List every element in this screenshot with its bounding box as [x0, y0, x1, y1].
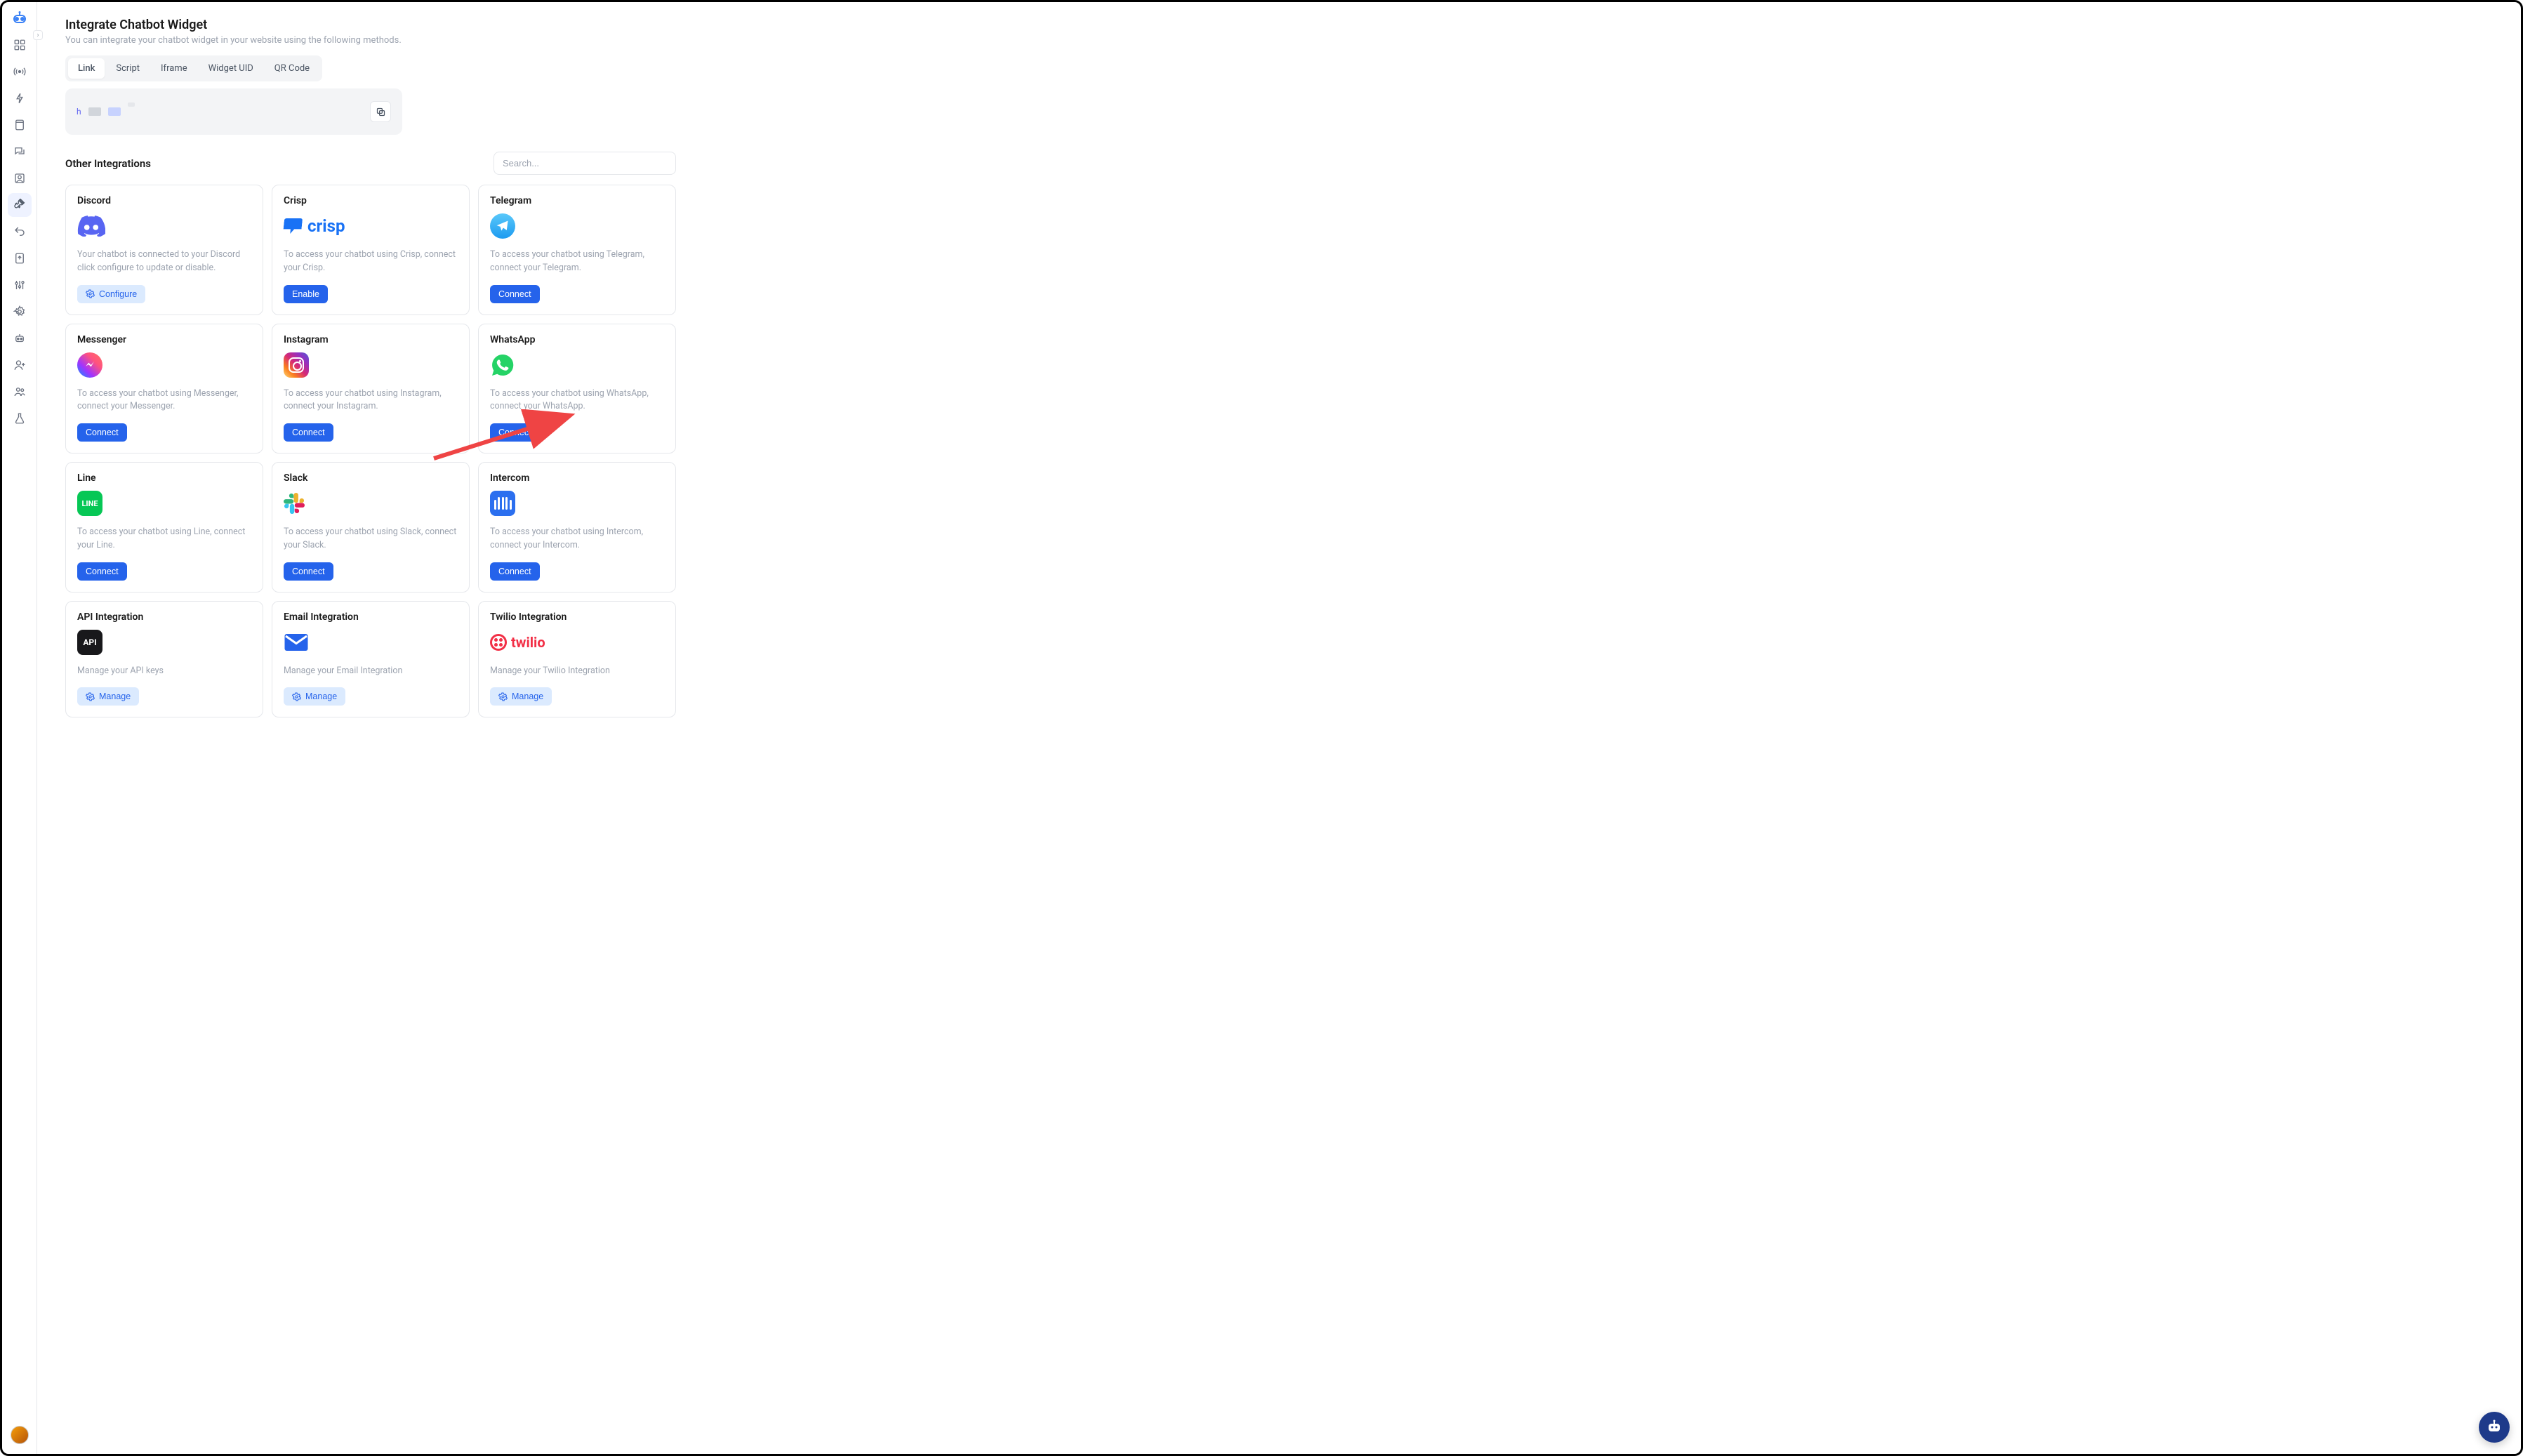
card-title: Crisp: [284, 195, 458, 206]
integration-card-crisp: Crisp crisp To access your chatbot using…: [272, 185, 470, 315]
card-title: Discord: [77, 195, 251, 206]
integration-card-whatsapp: WhatsApp To access your chatbot using Wh…: [478, 324, 676, 454]
main-content: Integrate Chatbot Widget You can integra…: [37, 2, 2521, 1454]
sidebar-item-live[interactable]: [8, 60, 32, 84]
configure-button[interactable]: Configure: [77, 285, 145, 303]
sidebar-item-dashboard[interactable]: [8, 33, 32, 57]
card-desc: Manage your Twilio Integration: [490, 665, 664, 678]
user-avatar[interactable]: [11, 1426, 29, 1444]
sidebar-item-chat[interactable]: [8, 140, 32, 164]
sidebar-item-integrations[interactable]: [8, 193, 32, 217]
integration-card-twilio: Twilio Integration twilio Manage your Tw…: [478, 601, 676, 718]
card-title: Line: [77, 472, 251, 484]
sidebar: ›: [2, 2, 37, 1454]
api-icon: API: [77, 630, 251, 655]
discord-icon: [77, 213, 251, 239]
tab-widget-uid[interactable]: Widget UID: [199, 58, 263, 79]
copy-button[interactable]: [370, 101, 391, 122]
manage-button[interactable]: Manage: [284, 687, 345, 706]
card-desc: To access your chatbot using Line, conne…: [77, 526, 251, 552]
card-title: Intercom: [490, 472, 664, 484]
crisp-icon: crisp: [284, 213, 458, 239]
connect-button[interactable]: Connect: [284, 423, 333, 442]
code-skeleton: h: [77, 107, 135, 117]
section-title: Other Integrations: [65, 157, 151, 170]
integration-card-intercom: Intercom To access your chatbot using In…: [478, 462, 676, 593]
card-desc: Manage your Email Integration: [284, 665, 458, 678]
tab-iframe[interactable]: Iframe: [151, 58, 197, 79]
card-title: API Integration: [77, 611, 251, 623]
tab-link[interactable]: Link: [68, 58, 105, 79]
search-input[interactable]: [494, 152, 676, 175]
card-title: Telegram: [490, 195, 664, 206]
sidebar-item-undo[interactable]: [8, 220, 32, 244]
app-logo-icon: [11, 11, 28, 27]
sidebar-item-automations[interactable]: [8, 86, 32, 110]
integration-card-instagram: Instagram To access your chatbot using I…: [272, 324, 470, 454]
connect-button[interactable]: Connect: [490, 285, 540, 303]
integration-card-messenger: Messenger To access your chatbot using M…: [65, 324, 263, 454]
telegram-icon: [490, 213, 664, 239]
line-icon: LINE: [77, 491, 251, 516]
card-title: WhatsApp: [490, 334, 664, 345]
integration-card-email: Email Integration Manage your Email Inte…: [272, 601, 470, 718]
chat-widget-fab[interactable]: [2479, 1412, 2510, 1443]
card-title: Email Integration: [284, 611, 458, 623]
card-desc: To access your chatbot using Slack, conn…: [284, 526, 458, 552]
integration-card-slack: Slack To access your chatbot using Slack…: [272, 462, 470, 593]
connect-button[interactable]: Connect: [490, 423, 540, 442]
manage-button[interactable]: Manage: [77, 687, 139, 706]
card-title: Messenger: [77, 334, 251, 345]
tab-script[interactable]: Script: [106, 58, 150, 79]
card-desc: To access your chatbot using Instagram, …: [284, 388, 458, 414]
twilio-icon: twilio: [490, 630, 664, 655]
integration-card-api: API Integration API Manage your API keys…: [65, 601, 263, 718]
card-desc: To access your chatbot using Messenger, …: [77, 388, 251, 414]
connect-button[interactable]: Connect: [77, 423, 127, 442]
slack-icon: [284, 491, 458, 516]
integration-card-line: Line LINE To access your chatbot using L…: [65, 462, 263, 593]
connect-button[interactable]: Connect: [77, 562, 127, 581]
card-desc: Manage your API keys: [77, 665, 251, 678]
integration-card-telegram: Telegram To access your chatbot using Te…: [478, 185, 676, 315]
card-desc: To access your chatbot using WhatsApp, c…: [490, 388, 664, 414]
card-desc: To access your chatbot using Telegram, c…: [490, 249, 664, 275]
integrations-grid: Discord Your chatbot is connected to you…: [65, 185, 676, 717]
card-desc: To access your chatbot using Intercom, c…: [490, 526, 664, 552]
messenger-icon: [77, 352, 251, 378]
tab-qr-code[interactable]: QR Code: [265, 58, 319, 79]
integration-card-discord: Discord Your chatbot is connected to you…: [65, 185, 263, 315]
sidebar-item-contacts[interactable]: [8, 166, 32, 190]
sidebar-item-docs[interactable]: [8, 113, 32, 137]
card-desc: Your chatbot is connected to your Discor…: [77, 249, 251, 275]
intercom-icon: [490, 491, 664, 516]
tab-bar: Link Script Iframe Widget UID QR Code: [65, 55, 322, 81]
connect-button[interactable]: Connect: [490, 562, 540, 581]
sidebar-item-team[interactable]: [8, 380, 32, 404]
card-desc: To access your chatbot using Crisp, conn…: [284, 249, 458, 275]
instagram-icon: [284, 352, 458, 378]
sidebar-item-labs[interactable]: [8, 406, 32, 430]
card-title: Slack: [284, 472, 458, 484]
connect-button[interactable]: Connect: [284, 562, 333, 581]
enable-button[interactable]: Enable: [284, 285, 328, 303]
card-title: Instagram: [284, 334, 458, 345]
sidebar-item-add-user[interactable]: [8, 353, 32, 377]
sidebar-item-settings-gear[interactable]: [8, 300, 32, 324]
page-subtitle: You can integrate your chatbot widget in…: [65, 35, 2493, 46]
email-icon: [284, 630, 458, 655]
sidebar-item-export[interactable]: [8, 246, 32, 270]
manage-button[interactable]: Manage: [490, 687, 552, 706]
whatsapp-icon: [490, 352, 664, 378]
code-snippet-box: h: [65, 88, 402, 135]
sidebar-item-bot[interactable]: [8, 326, 32, 350]
card-title: Twilio Integration: [490, 611, 664, 623]
page-title: Integrate Chatbot Widget: [65, 18, 2493, 32]
sidebar-item-tuning[interactable]: [8, 273, 32, 297]
